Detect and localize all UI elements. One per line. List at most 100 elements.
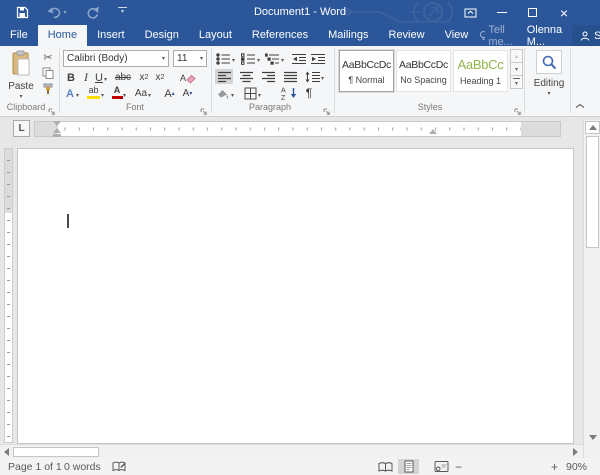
- ruler-row: L 1 2 3 4 5 6 7: [0, 117, 583, 142]
- zoom-in-button[interactable]: +: [551, 460, 558, 474]
- find-magnifier-icon: [536, 50, 562, 74]
- collapse-ribbon-icon[interactable]: [572, 100, 588, 112]
- change-case-dropdown-icon[interactable]: ▾: [148, 88, 151, 103]
- tab-review[interactable]: Review: [379, 25, 435, 46]
- format-painter-icon[interactable]: [40, 82, 56, 95]
- zoom-out-button[interactable]: −: [455, 460, 462, 474]
- font-size-combobox[interactable]: 11▾: [173, 50, 207, 67]
- page-count[interactable]: Page 1 of 1: [8, 461, 62, 473]
- cut-icon[interactable]: ✂: [40, 51, 56, 64]
- horizontal-scroll-thumb[interactable]: [13, 447, 99, 457]
- numbering-dropdown-icon[interactable]: ▾: [257, 53, 260, 68]
- align-right-button[interactable]: [259, 69, 277, 84]
- document-page[interactable]: [17, 148, 574, 444]
- styles-more-icon[interactable]: ▾: [510, 75, 523, 89]
- multilevel-dropdown-icon[interactable]: ▾: [281, 53, 284, 68]
- chevron-down-icon[interactable]: ▾: [162, 56, 165, 62]
- bold-button[interactable]: B: [64, 70, 78, 85]
- shrink-font-button[interactable]: A▾: [180, 86, 195, 101]
- show-hide-pilcrow-button[interactable]: ¶: [302, 85, 316, 100]
- tab-layout[interactable]: Layout: [189, 25, 242, 46]
- grow-font-button[interactable]: A▴: [162, 86, 177, 101]
- scroll-down-button[interactable]: [585, 431, 600, 444]
- highlight-color-button[interactable]: ab: [86, 86, 101, 99]
- italic-button[interactable]: I: [80, 70, 92, 85]
- tab-stop-selector[interactable]: L: [13, 120, 30, 137]
- line-spacing-icon[interactable]: [304, 69, 321, 84]
- right-indent-marker[interactable]: [429, 129, 437, 134]
- borders-icon[interactable]: [243, 86, 258, 101]
- ribbon-display-options-icon[interactable]: [458, 0, 482, 25]
- scroll-left-button[interactable]: [0, 445, 12, 458]
- line-spacing-dropdown-icon[interactable]: ▾: [321, 71, 324, 86]
- paragraph-group-label: Paragraph: [215, 102, 325, 112]
- editing-button[interactable]: Editing ▾: [530, 50, 568, 97]
- tab-home[interactable]: Home: [38, 25, 87, 46]
- tab-references[interactable]: References: [242, 25, 318, 46]
- word-window: ▾ ▾ Document1 - Word × File Home Insert …: [0, 0, 600, 475]
- hanging-indent-marker[interactable]: [53, 128, 61, 133]
- horizontal-ruler[interactable]: [34, 121, 561, 137]
- shading-dropdown-icon[interactable]: ▾: [231, 88, 234, 103]
- text-effects-button[interactable]: A: [64, 86, 76, 101]
- justify-button[interactable]: [281, 69, 299, 84]
- vertical-ruler[interactable]: [4, 148, 13, 443]
- strikethrough-button[interactable]: abc: [112, 70, 134, 85]
- change-case-button[interactable]: Aa: [133, 86, 149, 101]
- web-layout-button[interactable]: [431, 459, 451, 474]
- scroll-up-button[interactable]: [585, 121, 600, 134]
- align-center-button[interactable]: [237, 69, 255, 84]
- scroll-right-button[interactable]: [569, 445, 582, 458]
- numbering-icon[interactable]: [240, 51, 257, 66]
- chevron-down-icon[interactable]: ▾: [200, 56, 203, 62]
- style-no-spacing[interactable]: AaBbCcDc No Spacing: [396, 50, 451, 92]
- tab-insert[interactable]: Insert: [87, 25, 135, 46]
- align-left-button[interactable]: [215, 69, 233, 84]
- vertical-scroll-thumb[interactable]: [586, 136, 599, 248]
- decrease-indent-icon[interactable]: [291, 51, 307, 66]
- highlight-dropdown-icon[interactable]: ▾: [101, 88, 104, 103]
- paste-button[interactable]: Paste ▾: [6, 50, 36, 100]
- increase-indent-icon[interactable]: [310, 51, 326, 66]
- font-name-combobox[interactable]: Calibri (Body)▾: [63, 50, 169, 67]
- minimize-button[interactable]: [490, 0, 514, 25]
- first-line-indent-marker[interactable]: [53, 121, 61, 126]
- title-bar: ▾ ▾ Document1 - Word ×: [0, 0, 600, 25]
- tab-file[interactable]: File: [0, 25, 38, 46]
- superscript-button[interactable]: x2: [153, 70, 167, 85]
- tab-design[interactable]: Design: [135, 25, 189, 46]
- zoom-level[interactable]: 90%: [566, 461, 587, 473]
- styles-scroll-up-icon[interactable]: ▴: [510, 49, 523, 63]
- bullets-dropdown-icon[interactable]: ▾: [232, 53, 235, 68]
- tab-mailings[interactable]: Mailings: [318, 25, 378, 46]
- multilevel-list-icon[interactable]: [264, 51, 281, 66]
- bullets-icon[interactable]: [215, 51, 232, 66]
- shading-icon[interactable]: [215, 86, 231, 101]
- clear-formatting-icon[interactable]: A: [178, 70, 198, 85]
- print-layout-button[interactable]: [398, 459, 419, 474]
- ribbon: Paste ▾ ✂ Clipboard Calibri (Body)▾ 11▾ …: [0, 46, 600, 117]
- tab-view[interactable]: View: [435, 25, 479, 46]
- read-mode-button[interactable]: [375, 459, 395, 474]
- copy-icon[interactable]: [40, 66, 56, 79]
- proofing-icon[interactable]: [112, 460, 126, 475]
- style-normal[interactable]: AaBbCcDc ¶ Normal: [339, 50, 394, 92]
- subscript-button[interactable]: x2: [137, 70, 151, 85]
- font-color-dropdown-icon[interactable]: ▾: [123, 88, 126, 103]
- left-indent-marker[interactable]: [53, 134, 61, 137]
- share-button[interactable]: Share: [572, 25, 600, 46]
- style-heading-1[interactable]: AaBbCc Heading 1: [453, 50, 508, 92]
- close-button[interactable]: ×: [552, 0, 576, 25]
- borders-dropdown-icon[interactable]: ▾: [258, 88, 261, 103]
- sort-icon[interactable]: AZ: [280, 85, 298, 101]
- word-count[interactable]: 0 words: [64, 461, 101, 473]
- font-color-button[interactable]: A: [111, 86, 123, 99]
- text-effects-dropdown-icon[interactable]: ▾: [76, 88, 79, 103]
- font-group-label: Font: [70, 102, 200, 112]
- underline-dropdown-icon[interactable]: ▾: [104, 72, 107, 87]
- status-bar: Page 1 of 1 0 words − + 90%: [0, 458, 600, 475]
- maximize-button[interactable]: [520, 0, 544, 25]
- account-user-name[interactable]: Olenna M...: [517, 25, 572, 46]
- styles-scroll-down-icon[interactable]: ▾: [510, 62, 523, 76]
- tell-me-box[interactable]: Tell me...: [478, 25, 516, 46]
